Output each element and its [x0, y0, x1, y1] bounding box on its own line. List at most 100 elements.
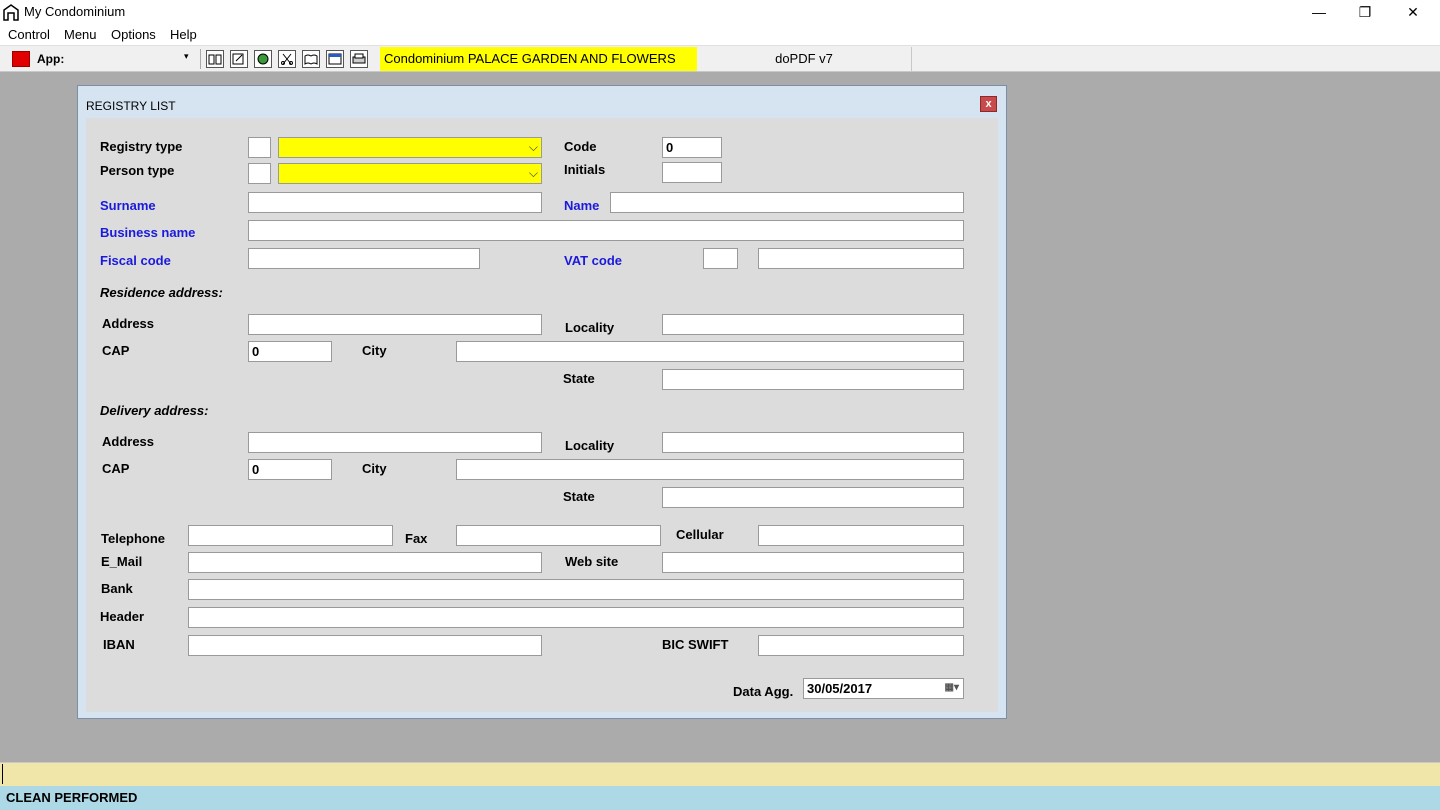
code-field[interactable]: 0 — [662, 137, 722, 158]
delivery-locality-label: Locality — [565, 438, 615, 453]
residence-locality-label: Locality — [565, 320, 615, 335]
name-label: Name — [564, 198, 600, 213]
toolbar-separator — [200, 49, 201, 69]
email-field[interactable] — [188, 552, 542, 573]
menu-control[interactable]: Control — [8, 27, 50, 42]
delivery-address-label: Address — [102, 434, 155, 449]
app-color-icon — [12, 51, 30, 67]
menu-help[interactable]: Help — [170, 27, 197, 42]
printer-icon[interactable] — [350, 50, 368, 68]
menu-options[interactable]: Options — [111, 27, 156, 42]
globe-icon[interactable] — [254, 50, 272, 68]
status-message: CLEAN PERFORMED — [6, 790, 138, 805]
condominium-banner: Condominium PALACE GARDEN AND FLOWERS — [380, 47, 697, 71]
surname-label: Surname — [100, 198, 156, 213]
dialog-body: Registry type ⌵ Code 0 Person type ⌵ Ini… — [86, 118, 998, 712]
delivery-state-label: State — [563, 489, 595, 504]
residence-city-field[interactable] — [456, 341, 964, 362]
delivery-state-field[interactable] — [662, 487, 964, 508]
message-status-bar: CLEAN PERFORMED — [0, 786, 1440, 810]
residence-address-field[interactable] — [248, 314, 542, 335]
initials-label: Initials — [564, 162, 606, 177]
vat-code-field[interactable] — [758, 248, 964, 269]
delivery-address-field[interactable] — [248, 432, 542, 453]
residence-state-label: State — [563, 371, 595, 386]
residence-locality-field[interactable] — [662, 314, 964, 335]
fax-field[interactable] — [456, 525, 661, 546]
text-cursor — [2, 764, 3, 784]
maximize-button[interactable]: ❐ — [1342, 0, 1388, 24]
website-label: Web site — [565, 554, 619, 569]
website-field[interactable] — [662, 552, 964, 573]
delivery-cap-label: CAP — [102, 461, 130, 476]
registry-list-dialog: REGISTRY LIST x Registry type ⌵ Code 0 P… — [77, 85, 1007, 719]
name-field[interactable] — [610, 192, 964, 213]
edit-icon[interactable] — [230, 50, 248, 68]
iban-field[interactable] — [188, 635, 542, 656]
initials-field[interactable] — [662, 162, 722, 183]
fax-label: Fax — [405, 531, 428, 546]
person-type-code-field[interactable] — [248, 163, 271, 184]
open-book-icon[interactable] — [302, 50, 320, 68]
chevron-down-icon[interactable]: ⌵ — [529, 166, 538, 181]
window-title: My Condominium — [24, 4, 126, 19]
code-label: Code — [564, 139, 597, 154]
calendar-dropdown-icon[interactable]: ▦▾ — [945, 682, 959, 693]
bank-label: Bank — [101, 581, 133, 596]
residence-cap-label: CAP — [102, 343, 130, 358]
telephone-label: Telephone — [101, 531, 166, 546]
registry-type-code-field[interactable] — [248, 137, 271, 158]
vat-prefix-field[interactable] — [703, 248, 738, 269]
menu-bar: Control Menu Options Help — [0, 24, 1440, 45]
delivery-address-heading: Delivery address: — [100, 403, 209, 418]
dialog-title: REGISTRY LIST — [86, 99, 176, 113]
window-icon[interactable] — [326, 50, 344, 68]
delivery-city-field[interactable] — [456, 459, 964, 480]
email-label: E_Mail — [101, 554, 143, 569]
telephone-field[interactable] — [188, 525, 393, 546]
delivery-cap-field[interactable]: 0 — [248, 459, 332, 480]
cellular-label: Cellular — [676, 527, 724, 542]
house-icon — [3, 4, 19, 21]
app-selector-label[interactable]: App: — [37, 52, 64, 66]
fiscal-code-label: Fiscal code — [100, 253, 171, 268]
dialog-close-button[interactable]: x — [980, 96, 997, 112]
menu-menu[interactable]: Menu — [64, 27, 97, 42]
person-type-combo[interactable]: ⌵ — [278, 163, 542, 184]
delivery-locality-field[interactable] — [662, 432, 964, 453]
data-agg-value: 30/05/2017 — [807, 681, 873, 696]
registry-type-combo[interactable]: ⌵ — [278, 137, 542, 158]
toolbar: App: ▾ Condominium PALACE GARDEN AND FLO… — [0, 45, 1440, 72]
business-name-label: Business name — [100, 225, 196, 240]
header-field[interactable] — [188, 607, 964, 628]
surname-field[interactable] — [248, 192, 542, 213]
iban-label: IBAN — [103, 637, 135, 652]
app-dropdown-arrow-icon[interactable]: ▾ — [184, 51, 189, 62]
bic-swift-label: BIC SWIFT — [662, 637, 729, 652]
input-status-bar[interactable] — [0, 762, 1440, 786]
bank-field[interactable] — [188, 579, 964, 600]
title-bar: My Condominium — ❐ ✕ — [0, 0, 1440, 24]
printer-name: doPDF v7 — [697, 47, 912, 71]
business-name-field[interactable] — [248, 220, 964, 241]
cellular-field[interactable] — [758, 525, 964, 546]
residence-city-label: City — [362, 343, 387, 358]
residence-address-heading: Residence address: — [100, 285, 223, 300]
person-type-label: Person type — [100, 163, 175, 178]
close-button[interactable]: ✕ — [1390, 0, 1436, 24]
header-label: Header — [100, 609, 145, 624]
bic-swift-field[interactable] — [758, 635, 964, 656]
book-icon[interactable] — [206, 50, 224, 68]
residence-state-field[interactable] — [662, 369, 964, 390]
residence-cap-field[interactable]: 0 — [248, 341, 332, 362]
data-agg-date-picker[interactable]: 30/05/2017 ▦▾ — [803, 678, 964, 699]
chevron-down-icon[interactable]: ⌵ — [529, 140, 538, 155]
scissors-icon[interactable] — [278, 50, 296, 68]
minimize-button[interactable]: — — [1296, 0, 1342, 24]
data-agg-label: Data Agg. — [733, 684, 794, 699]
registry-type-label: Registry type — [100, 139, 183, 154]
residence-address-label: Address — [102, 316, 155, 331]
delivery-city-label: City — [362, 461, 387, 476]
vat-code-label: VAT code — [564, 253, 623, 268]
fiscal-code-field[interactable] — [248, 248, 480, 269]
